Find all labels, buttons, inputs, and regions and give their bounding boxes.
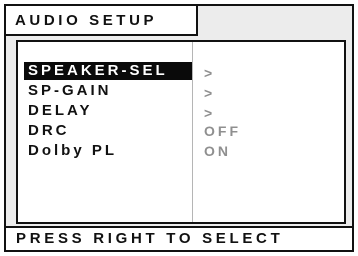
title-bar: AUDIO SETUP [6,6,198,36]
drc-value: OFF [204,123,241,139]
speaker-sel-arrow: > [204,65,216,81]
dolby-pl-value: ON [204,143,231,159]
status-bar: PRESS RIGHT TO SELECT [6,226,352,250]
delay-arrow: > [204,105,216,121]
page-title: AUDIO SETUP [15,12,158,29]
menu-item-drc[interactable]: DRC [24,122,74,140]
column-divider [192,42,193,222]
status-message: PRESS RIGHT TO SELECT [16,230,284,247]
menu-item-sp-gain[interactable]: SP-GAIN [24,82,116,100]
menu-item-delay[interactable]: DELAY [24,102,96,120]
menu-item-speaker-sel[interactable]: SPEAKER-SEL [24,62,192,80]
menu-panel: SPEAKER-SEL SP-GAIN DELAY DRC Dolby PL >… [16,40,346,224]
sp-gain-arrow: > [204,85,216,101]
audio-setup-screen: AUDIO SETUP SPEAKER-SEL SP-GAIN DELAY DR… [4,4,354,252]
menu-item-dolby-pl[interactable]: Dolby PL [24,142,121,160]
